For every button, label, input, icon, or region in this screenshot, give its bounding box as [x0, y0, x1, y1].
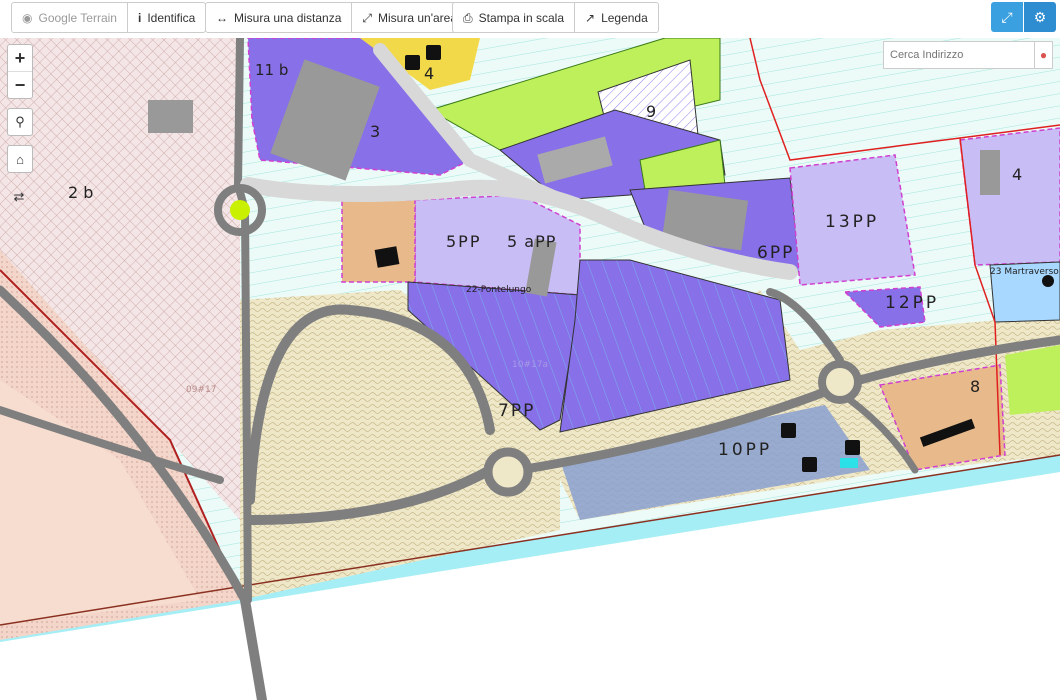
home-icon: ⌂: [16, 151, 24, 167]
settings-button[interactable]: ⚙: [1023, 2, 1056, 32]
zone-label-4-top: 4: [424, 64, 434, 83]
zone-orange-small: [341, 199, 416, 283]
map-canvas[interactable]: 11 b 3 4 9 2 b 5PP 5 aPP 13PP 6PP 4 12PP…: [0, 38, 1060, 700]
zoom-in-button[interactable]: +: [8, 45, 32, 71]
zone-4-right-area: [959, 127, 1060, 266]
zone-label-5pp: 5PP: [446, 232, 481, 251]
legend-button[interactable]: ↗ Legenda: [575, 3, 658, 32]
identifica-button[interactable]: i Identifica: [128, 3, 205, 32]
map-svg: 11 b 3 4 9 2 b 5PP 5 aPP 13PP 6PP 4 12PP…: [0, 38, 1060, 700]
gear-icon: ⚙: [1033, 8, 1047, 25]
zone-label-3: 3: [370, 122, 380, 141]
eye-slash-icon: ◉: [22, 10, 33, 25]
output-button-group: ⎙ Stampa in scala ↗ Legenda: [452, 2, 659, 33]
zone-label-9: 9: [646, 102, 656, 121]
print-scale-button[interactable]: ⎙ Stampa in scala: [453, 3, 575, 32]
address-search: ●: [883, 41, 1053, 69]
google-terrain-button[interactable]: ◉ Google Terrain: [12, 3, 128, 32]
zoom-control: + −: [7, 44, 33, 99]
measure-distance-label: Misura una distanza: [234, 10, 342, 25]
toolbar: ◉ Google Terrain i Identifica ↔ Misura u…: [0, 0, 1060, 38]
layer-button-group: ◉ Google Terrain i Identifica: [11, 2, 207, 33]
building-black: [374, 246, 400, 268]
print-scale-label: Stampa in scala: [478, 10, 564, 25]
zone-label-13pp: 13PP: [825, 212, 879, 232]
zone-label-7pp: 7PP: [498, 401, 535, 421]
view-button-group: ⤢ ⚙: [991, 2, 1056, 32]
zone-label-5app: 5 aPP: [507, 232, 556, 251]
legend-label: Legenda: [601, 10, 648, 25]
roundabout: [818, 360, 862, 404]
zone-label-2b: 2 b: [68, 183, 93, 202]
zone-label-6pp: 6PP: [757, 243, 794, 263]
pan-button[interactable]: ⇄: [7, 184, 31, 210]
google-terrain-label: Google Terrain: [38, 10, 117, 25]
external-link-icon: ↗: [585, 10, 596, 25]
arrows-horizontal-icon: ⇄: [13, 189, 25, 204]
measure-distance-button[interactable]: ↔ Misura una distanza: [206, 3, 353, 32]
place-label-pontelungo: 22-Pontelungo: [466, 285, 532, 295]
plus-icon: +: [14, 47, 26, 68]
expand-arrows-icon: ⤢: [362, 10, 372, 25]
zoom-box-button[interactable]: ⚲: [7, 108, 33, 136]
roundabout: [483, 447, 533, 497]
green-right-area: [1005, 345, 1060, 415]
map-marker-icon[interactable]: ●: [1034, 42, 1052, 68]
zone-label-8: 8: [970, 377, 980, 396]
building: [148, 100, 193, 133]
identifica-label: Identifica: [147, 10, 196, 25]
zone-label-11b: 11 b: [255, 61, 288, 79]
fullscreen-button[interactable]: ⤢: [991, 2, 1023, 32]
zoom-magnifier-icon: ⚲: [15, 114, 25, 129]
arrows-horizontal-icon: ↔: [216, 10, 228, 25]
home-button[interactable]: ⌂: [7, 145, 33, 173]
info-icon: i: [137, 10, 142, 25]
expand-icon: ⤢: [1001, 8, 1013, 25]
measure-button-group: ↔ Misura una distanza ⤢ Misura un'area: [205, 2, 468, 33]
zone-label-4-right: 4: [1012, 165, 1022, 184]
measure-area-button[interactable]: ⤢ Misura un'area: [352, 3, 467, 32]
code-label-0917: 09#17: [186, 385, 216, 395]
building: [980, 150, 1000, 195]
zone-label-10pp: 10PP: [718, 440, 772, 460]
zone-label-12pp: 12PP: [885, 293, 939, 313]
print-icon: ⎙: [463, 10, 473, 25]
address-search-input[interactable]: [884, 49, 1034, 61]
place-label-martraverso: 23 Martraverso: [990, 267, 1059, 277]
measure-area-label: Misura un'area: [378, 10, 457, 25]
minus-icon: −: [14, 74, 26, 95]
zoom-out-button[interactable]: −: [8, 71, 32, 98]
roundabout-center: [230, 200, 250, 220]
code-label-1017a: 10#17a: [512, 360, 548, 370]
